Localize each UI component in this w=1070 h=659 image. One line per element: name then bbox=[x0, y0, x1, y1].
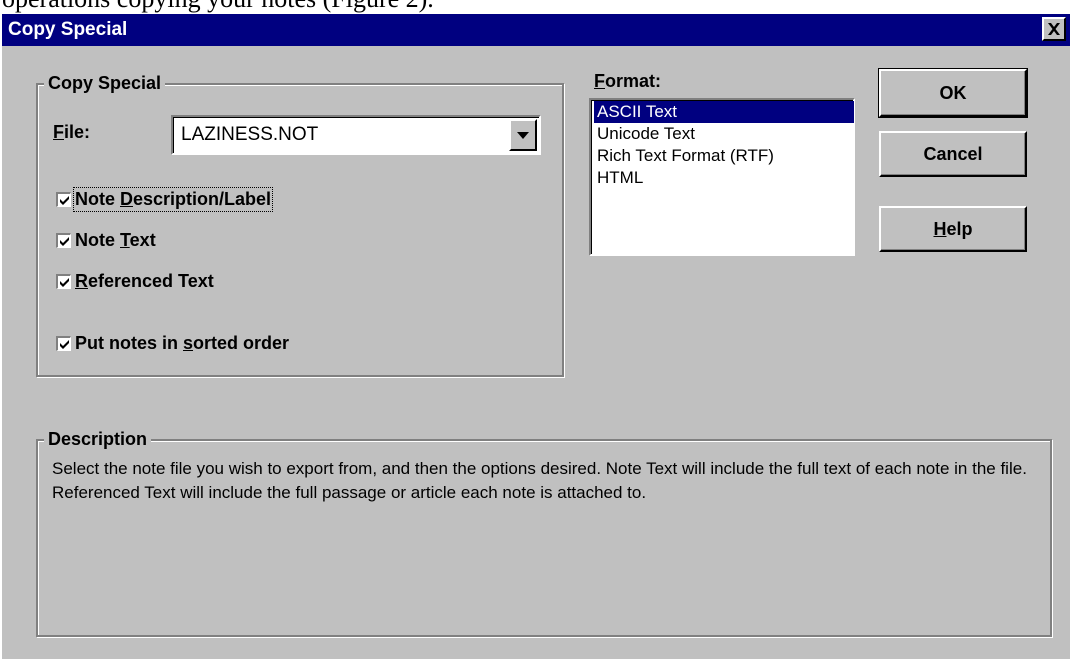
chevron-down-icon bbox=[517, 131, 529, 139]
sorted-order-label: Put notes in sorted order bbox=[75, 333, 290, 353]
checkbox-box bbox=[56, 336, 71, 351]
help-button[interactable]: Help bbox=[879, 206, 1027, 252]
format-item-html[interactable]: HTML bbox=[594, 167, 854, 189]
note-description-label: Note Description/Label bbox=[72, 187, 274, 212]
checkmark-icon bbox=[60, 278, 69, 287]
file-combobox[interactable]: LAZINESS.NOT bbox=[171, 115, 541, 155]
dialog-title: Copy Special bbox=[8, 19, 128, 40]
checkbox-box bbox=[56, 274, 71, 289]
description-group: Description Select the note file you wis… bbox=[36, 429, 1052, 637]
checkmark-icon bbox=[60, 237, 69, 246]
description-legend: Description bbox=[44, 429, 152, 450]
file-label: File: bbox=[53, 122, 91, 142]
format-item-rtf[interactable]: Rich Text Format (RTF) bbox=[594, 145, 854, 167]
file-value: LAZINESS.NOT bbox=[181, 124, 319, 145]
format-item-ascii[interactable]: ASCII Text bbox=[594, 101, 854, 123]
format-item-unicode[interactable]: Unicode Text bbox=[594, 123, 854, 145]
title-bar: Copy Special bbox=[2, 14, 1070, 46]
format-listbox[interactable]: ASCII Text Unicode Text Rich Text Format… bbox=[589, 98, 855, 256]
cancel-button[interactable]: Cancel bbox=[879, 131, 1027, 177]
close-icon bbox=[1048, 23, 1060, 35]
note-text-checkbox[interactable]: Note Text bbox=[56, 230, 156, 251]
note-text-label: Note Text bbox=[75, 230, 156, 250]
close-button[interactable] bbox=[1042, 17, 1066, 41]
description-text: Select the note file you wish to export … bbox=[52, 459, 1027, 502]
format-label: Format: bbox=[594, 71, 662, 91]
referenced-text-label: Referenced Text bbox=[75, 271, 214, 291]
referenced-text-checkbox[interactable]: Referenced Text bbox=[56, 271, 214, 292]
sorted-order-checkbox[interactable]: Put notes in sorted order bbox=[56, 333, 289, 354]
checkmark-icon bbox=[60, 340, 69, 349]
ok-button[interactable]: OK bbox=[878, 68, 1028, 118]
copy-special-dialog: Copy Special Copy Special File: LAZINESS… bbox=[0, 14, 1070, 659]
copy-special-legend: Copy Special bbox=[44, 73, 166, 94]
checkmark-icon bbox=[60, 196, 69, 205]
checkbox-box bbox=[56, 233, 71, 248]
file-dropdown-button[interactable] bbox=[509, 119, 537, 151]
checkbox-box bbox=[56, 192, 71, 207]
copy-special-group: Copy Special File: LAZINESS.NOT Note Des… bbox=[36, 73, 564, 377]
note-description-checkbox[interactable]: Note Description/Label bbox=[56, 187, 274, 212]
